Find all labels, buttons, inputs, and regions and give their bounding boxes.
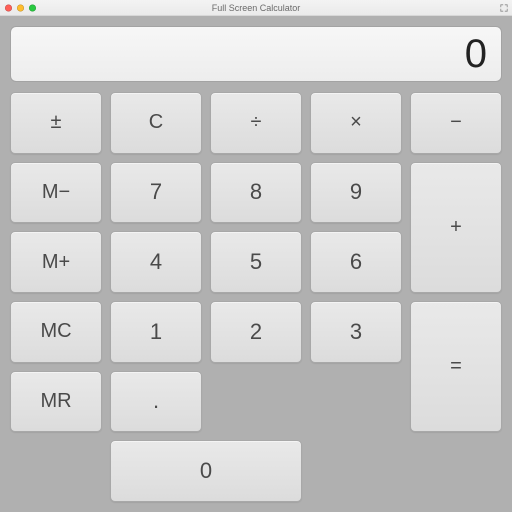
digit-6-button[interactable]: 6 bbox=[310, 231, 402, 293]
digit-5-button[interactable]: 5 bbox=[210, 231, 302, 293]
calculator-body: 0 ± C ÷ × − M− 7 8 9 + M+ 4 5 6 MC 1 2 3… bbox=[0, 16, 512, 512]
fullscreen-icon[interactable] bbox=[500, 4, 508, 12]
display-value: 0 bbox=[465, 32, 487, 77]
memory-recall-button[interactable]: MR bbox=[10, 371, 102, 433]
clear-button[interactable]: C bbox=[110, 92, 202, 154]
zoom-icon[interactable] bbox=[29, 4, 36, 11]
divide-button[interactable]: ÷ bbox=[210, 92, 302, 154]
window-title: Full Screen Calculator bbox=[0, 3, 512, 13]
display: 0 bbox=[10, 26, 502, 82]
minimize-icon[interactable] bbox=[17, 4, 24, 11]
close-icon[interactable] bbox=[5, 4, 12, 11]
minus-button[interactable]: − bbox=[410, 92, 502, 154]
plus-button[interactable]: + bbox=[410, 162, 502, 293]
memory-clear-button[interactable]: MC bbox=[10, 301, 102, 363]
digit-3-button[interactable]: 3 bbox=[310, 301, 402, 363]
keypad: ± C ÷ × − M− 7 8 9 + M+ 4 5 6 MC 1 2 3 =… bbox=[10, 92, 502, 502]
multiply-button[interactable]: × bbox=[310, 92, 402, 154]
window-controls bbox=[5, 4, 36, 11]
titlebar: Full Screen Calculator bbox=[0, 0, 512, 16]
digit-9-button[interactable]: 9 bbox=[310, 162, 402, 224]
decimal-button[interactable]: . bbox=[110, 371, 202, 433]
equals-button[interactable]: = bbox=[410, 301, 502, 432]
digit-7-button[interactable]: 7 bbox=[110, 162, 202, 224]
digit-2-button[interactable]: 2 bbox=[210, 301, 302, 363]
digit-0-button[interactable]: 0 bbox=[110, 440, 302, 502]
memory-plus-button[interactable]: M+ bbox=[10, 231, 102, 293]
app-window: Full Screen Calculator 0 ± C ÷ × − M− 7 … bbox=[0, 0, 512, 512]
plus-minus-button[interactable]: ± bbox=[10, 92, 102, 154]
digit-8-button[interactable]: 8 bbox=[210, 162, 302, 224]
memory-minus-button[interactable]: M− bbox=[10, 162, 102, 224]
digit-4-button[interactable]: 4 bbox=[110, 231, 202, 293]
digit-1-button[interactable]: 1 bbox=[110, 301, 202, 363]
